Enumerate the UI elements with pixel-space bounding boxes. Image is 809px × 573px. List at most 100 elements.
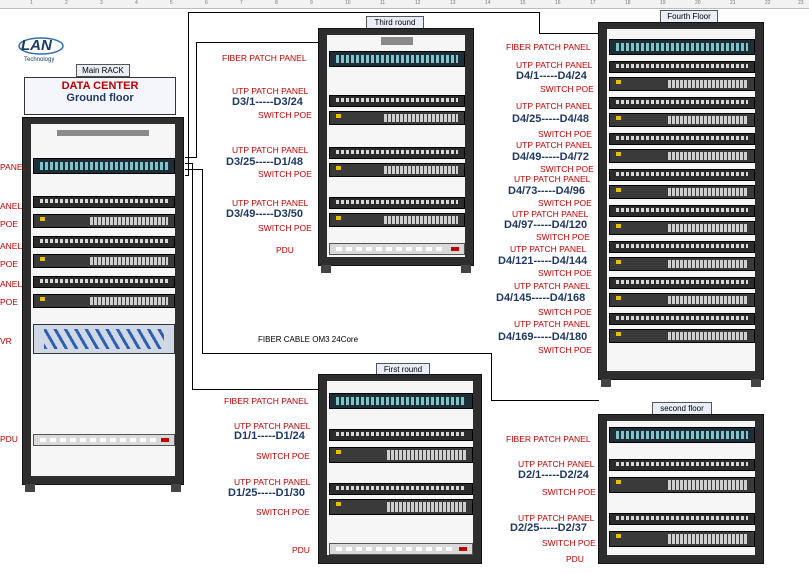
utp-label: UTP PATCH PANEL <box>510 244 587 254</box>
utp-patch-panel <box>329 483 473 495</box>
fiber-patch-panel <box>329 51 465 67</box>
fiber-label: FIBER PATCH PANEL <box>222 53 307 63</box>
svg-text:Technology: Technology <box>24 57 54 63</box>
poe-switch <box>33 294 175 308</box>
ruler-tick: 17 <box>590 0 596 6</box>
main-rack-title: Main RACK <box>76 64 130 77</box>
poe-label: SWITCH POE <box>540 84 594 94</box>
utp-patch-panel <box>609 459 755 471</box>
port-range: D4/49-----D4/72 <box>512 151 590 163</box>
utp-label: UTP PATCH PANEL <box>232 86 309 96</box>
fiber-link <box>491 400 599 401</box>
poe-switch <box>609 531 755 547</box>
port-range: D2/25-----D2/37 <box>510 522 588 534</box>
port-range: D3/25-----D1/48 <box>226 156 304 168</box>
utp-patch-panel <box>609 133 755 145</box>
data-center-banner: DATA CENTER Ground floor <box>24 77 176 115</box>
utp-patch-panel <box>329 429 473 441</box>
utp-label: UTP PATCH PANEL <box>516 60 593 70</box>
poe-label: SWITCH POE <box>542 538 596 548</box>
poe-label: SWITCH POE <box>542 487 596 497</box>
fiber-label: FIBER PATCH PANEL <box>224 396 309 406</box>
port-range: D4/25-----D4/48 <box>512 113 590 125</box>
ruler-tick: 13 <box>450 0 456 6</box>
fiber-link <box>202 353 492 354</box>
ruler-tick: 7 <box>240 0 243 6</box>
cable-label: FIBER CABLE OM3 24Core <box>258 335 359 344</box>
main-label: POE <box>0 219 18 229</box>
ruler-tick: 21 <box>730 0 736 6</box>
fiber-link <box>188 12 540 13</box>
utp-label: UTP PATCH PANEL <box>232 145 309 155</box>
poe-label: SWITCH POE <box>258 223 312 233</box>
ruler-tick: 20 <box>695 0 701 6</box>
utp-patch-panel <box>329 197 465 209</box>
utp-label: UTP PATCH PANEL <box>512 209 589 219</box>
top-shelf <box>57 130 149 136</box>
fiber-patch-panel <box>33 158 175 174</box>
utp-label: UTP PATCH PANEL <box>514 319 591 329</box>
ruler-tick: 23 <box>798 0 804 6</box>
utp-patch-panel <box>33 196 175 208</box>
utp-patch-panel <box>609 97 755 109</box>
port-range: D4/145-----D4/168 <box>496 292 586 304</box>
fiber-patch-panel <box>609 427 755 443</box>
utp-patch-panel <box>609 241 755 253</box>
second-floor-rack <box>598 414 764 564</box>
port-range: D4/1-----D4/24 <box>516 70 587 82</box>
ruler-tick: 4 <box>135 0 138 6</box>
poe-label: SWITCH POE <box>536 232 590 242</box>
lan-logo-mark: LAN Technology <box>18 37 64 63</box>
banner-subtitle: Ground floor <box>66 92 134 104</box>
port-range: D4/169-----D4/180 <box>498 331 588 343</box>
ruler-tick: 12 <box>415 0 421 6</box>
main-label: PANEL <box>0 162 28 172</box>
ruler-tick: 5 <box>170 0 173 6</box>
ruler-tick: 2 <box>65 0 68 6</box>
poe-label: SWITCH POE <box>540 164 594 174</box>
poe-switch <box>329 213 465 227</box>
fiber-patch-panel <box>609 39 755 55</box>
utp-patch-panel <box>33 276 175 288</box>
fiber-link <box>192 389 320 390</box>
port-range: D1/1-----D1/24 <box>234 430 305 442</box>
utp-patch-panel <box>609 513 755 525</box>
poe-switch <box>609 329 755 343</box>
port-range: D3/49-----D3/50 <box>226 208 304 220</box>
ruler-tick: 11 <box>380 0 386 6</box>
top-ruler: 1 2 3 4 5 6 7 8 9 10 11 12 13 14 15 16 1… <box>0 0 809 9</box>
poe-switch <box>609 149 755 163</box>
utp-label: UTP PATCH PANEL <box>234 477 311 487</box>
poe-label: SWITCH POE <box>538 307 592 317</box>
utp-patch-panel <box>609 313 755 325</box>
pdu-label: PDU <box>292 545 310 555</box>
poe-label: SWITCH POE <box>258 110 312 120</box>
fiber-link <box>202 169 203 353</box>
pdu <box>329 543 473 555</box>
utp-patch-panel <box>329 95 465 107</box>
ruler-tick: 14 <box>485 0 491 6</box>
poe-label: SWITCH POE <box>538 268 592 278</box>
poe-switch <box>609 257 755 271</box>
pdu <box>329 243 465 255</box>
poe-switch <box>609 221 755 235</box>
utp-label: UTP PATCH PANEL <box>518 459 595 469</box>
fiber-patch-panel <box>329 393 473 409</box>
poe-label: SWITCH POE <box>258 169 312 179</box>
banner-title: DATA CENTER <box>61 80 139 92</box>
main-label: ANEL <box>0 201 23 211</box>
svg-text:LAN: LAN <box>21 37 53 54</box>
ruler-tick: 9 <box>310 0 313 6</box>
utp-label: UTP PATCH PANEL <box>514 281 591 291</box>
first-round-rack <box>318 374 482 564</box>
fiber-label: FIBER PATCH PANEL <box>506 434 591 444</box>
utp-label: UTP PATCH PANEL <box>516 140 593 150</box>
main-rack <box>22 117 184 492</box>
main-label: PDU <box>0 434 18 444</box>
utp-label: UTP PATCH PANEL <box>514 174 591 184</box>
pdu <box>33 434 175 446</box>
main-label: ANEL <box>0 279 23 289</box>
poe-switch <box>329 499 473 515</box>
port-range: D4/73-----D4/96 <box>508 185 586 197</box>
ruler-tick: 22 <box>765 0 771 6</box>
